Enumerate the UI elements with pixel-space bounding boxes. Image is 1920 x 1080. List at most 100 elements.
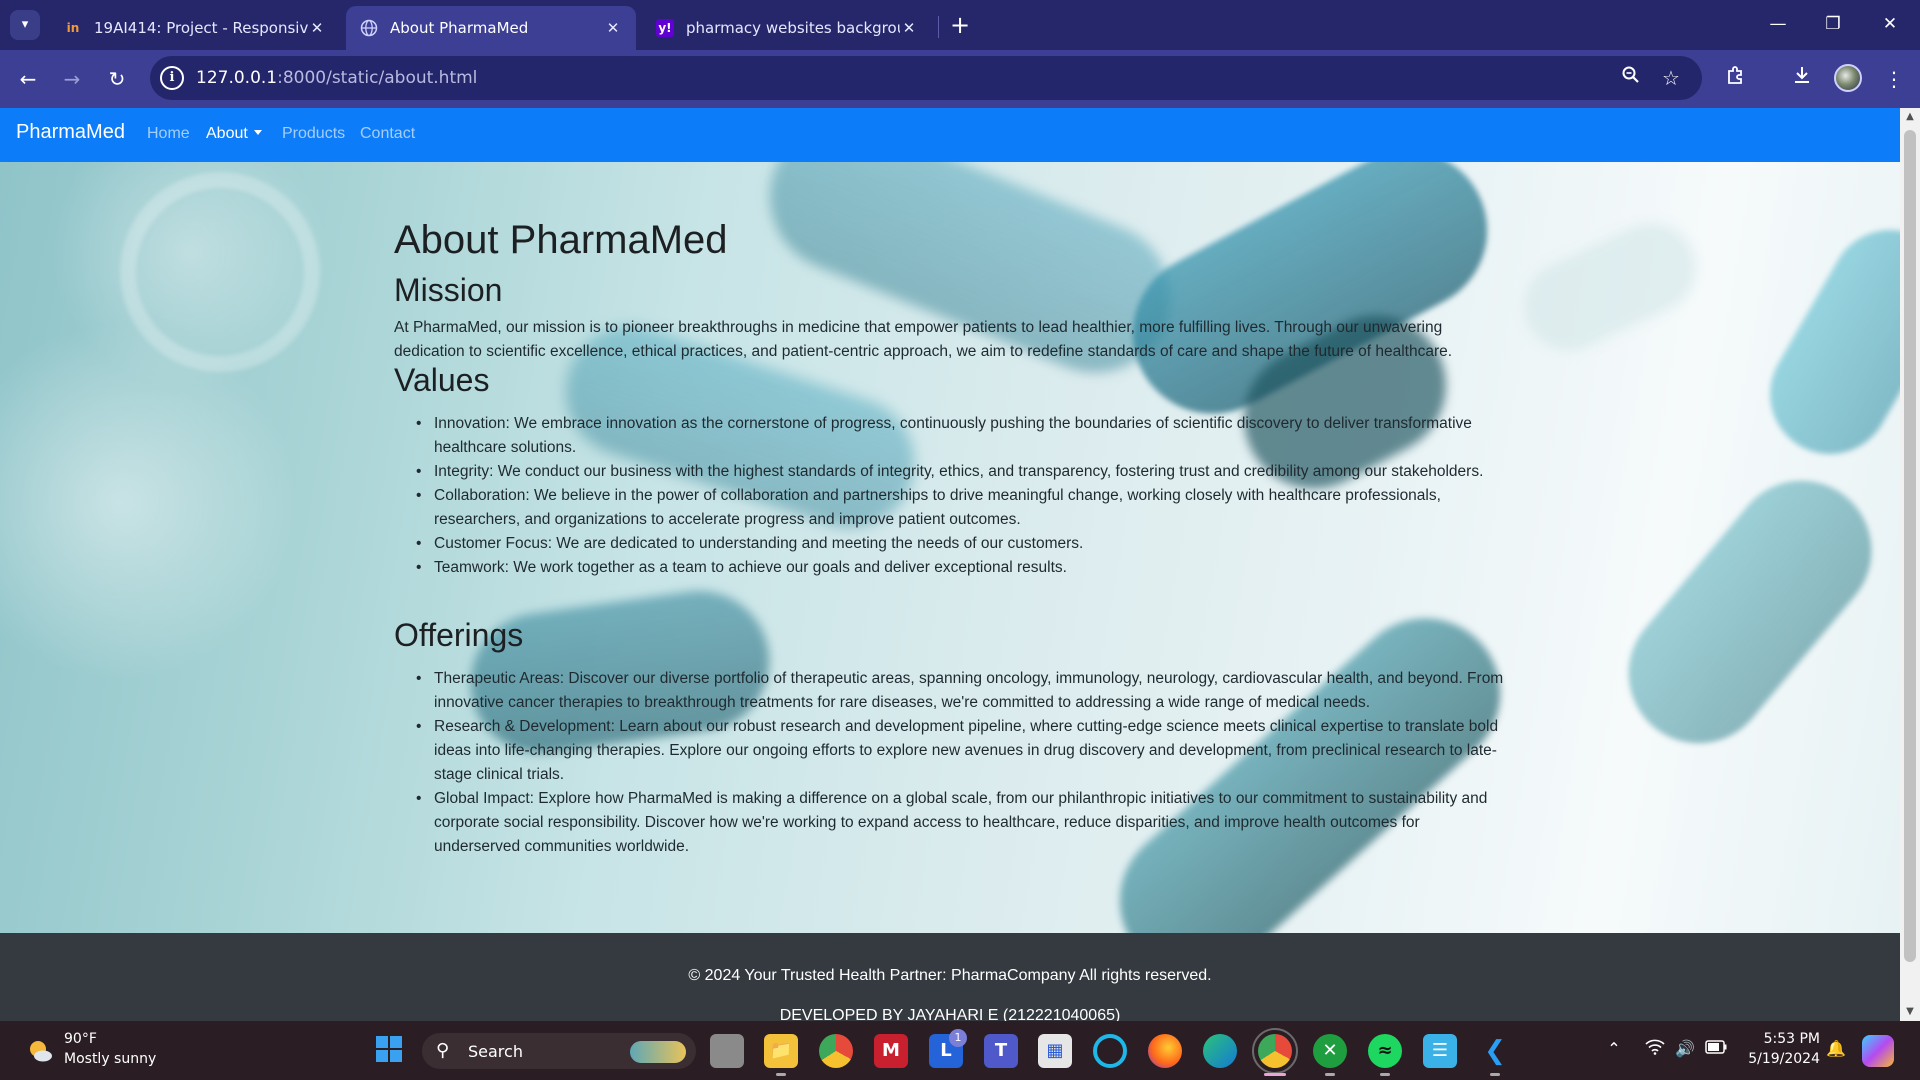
browser-tab-strip: ▾ in 19AI414: Project - Responsive W ✕ A…: [0, 0, 1920, 50]
windows-start-icon[interactable]: [372, 1034, 406, 1068]
mailchimp-in-icon: in: [66, 21, 80, 35]
restore-icon[interactable]: ❐: [1813, 8, 1853, 40]
spotify-icon[interactable]: ≈: [1368, 1034, 1402, 1068]
tab-about-pharmamed[interactable]: About PharmaMed ✕: [346, 6, 636, 50]
page-viewport: PharmaMed Home About Products Contact Ab…: [0, 108, 1900, 1021]
yahoo-icon: y!: [656, 19, 674, 37]
back-icon[interactable]: ←: [12, 63, 44, 95]
close-icon[interactable]: ✕: [604, 19, 622, 37]
clock-date[interactable]: 5/19/2024: [1744, 1051, 1820, 1067]
extensions-icon[interactable]: [1720, 63, 1752, 95]
values-list: Innovation: We embrace innovation as the…: [416, 412, 1506, 580]
list-item: Collaboration: We believe in the power o…: [416, 484, 1506, 532]
chevron-up-icon[interactable]: ⌃: [1604, 1039, 1624, 1058]
nav-home-link[interactable]: Home: [147, 125, 190, 143]
weather-temperature[interactable]: 90°F: [64, 1031, 97, 1047]
chrome-icon[interactable]: [819, 1034, 853, 1068]
list-item: Global Impact: Explore how PharmaMed is …: [416, 787, 1506, 859]
weather-description[interactable]: Mostly sunny: [64, 1051, 156, 1067]
page-title: About PharmaMed: [394, 218, 728, 262]
search-highlight-image: [630, 1041, 686, 1063]
xbox-icon[interactable]: ✕: [1313, 1034, 1347, 1068]
nav-contact-link[interactable]: Contact: [360, 125, 415, 143]
menu-kebab-icon[interactable]: ⋮: [1878, 63, 1910, 95]
footer-copyright: © 2024 Your Trusted Health Partner: Phar…: [688, 967, 1212, 984]
globe-icon: [360, 19, 378, 37]
reload-icon[interactable]: ↻: [101, 63, 133, 95]
chrome-active-icon[interactable]: [1252, 1028, 1298, 1074]
notification-bell-icon[interactable]: 🔔: [1826, 1039, 1846, 1058]
scroll-up-arrow-icon[interactable]: ▲: [1900, 108, 1920, 126]
running-indicator: [1490, 1073, 1500, 1076]
tab-yahoo-search[interactable]: y! pharmacy websites background ✕: [642, 6, 932, 50]
tab-title: 19AI414: Project - Responsive W: [94, 19, 308, 37]
notification-badge: 1: [949, 1029, 967, 1047]
site-info-icon[interactable]: i: [160, 66, 184, 90]
edge-icon[interactable]: [1203, 1034, 1237, 1068]
list-item: Therapeutic Areas: Discover our diverse …: [416, 667, 1506, 715]
volume-icon[interactable]: 🔊: [1674, 1039, 1696, 1058]
partly-sunny-icon[interactable]: [26, 1037, 54, 1065]
bookmark-star-icon[interactable]: ☆: [1658, 65, 1684, 91]
battery-icon[interactable]: [1704, 1039, 1728, 1058]
values-heading: Values: [394, 362, 490, 398]
page-scrollbar[interactable]: ▲ ▼: [1900, 108, 1920, 1021]
list-item: Research & Development: Learn about our …: [416, 715, 1506, 787]
offerings-heading: Offerings: [394, 617, 524, 653]
copilot-icon[interactable]: [1862, 1035, 1894, 1067]
notepad-icon[interactable]: ☰: [1423, 1034, 1457, 1068]
tab-title: pharmacy websites background: [686, 19, 900, 37]
tab-project[interactable]: in 19AI414: Project - Responsive W ✕: [50, 6, 340, 50]
list-item: Integrity: We conduct our business with …: [416, 460, 1506, 484]
microsoft-store-icon[interactable]: ▦: [1038, 1034, 1072, 1068]
firefox-icon[interactable]: [1148, 1034, 1182, 1068]
teams-icon[interactable]: T: [984, 1034, 1018, 1068]
cortana-icon[interactable]: [1093, 1034, 1127, 1068]
site-navbar: PharmaMed Home About Products Contact: [0, 108, 1900, 162]
address-bar[interactable]: i 127.0.0.1:8000/static/about.html ☆: [150, 56, 1702, 100]
close-window-icon[interactable]: ✕: [1870, 8, 1910, 40]
offerings-list: Therapeutic Areas: Discover our diverse …: [416, 667, 1506, 859]
running-indicator: [1380, 1073, 1390, 1076]
url-text[interactable]: 127.0.0.1:8000/static/about.html: [196, 68, 477, 88]
file-explorer-icon[interactable]: 📁: [764, 1034, 798, 1068]
profile-avatar[interactable]: [1834, 64, 1862, 92]
close-icon[interactable]: ✕: [308, 19, 326, 37]
site-brand[interactable]: PharmaMed: [16, 121, 125, 144]
caret-down-icon: [253, 130, 262, 135]
browser-toolbar: ← → ↻ i 127.0.0.1:8000/static/about.html…: [0, 50, 1920, 108]
scroll-down-arrow-icon[interactable]: ▼: [1900, 1003, 1920, 1021]
forward-icon[interactable]: →: [56, 63, 88, 95]
footer-developer: DEVELOPED BY JAYAHARI E (212221040065): [779, 1007, 1121, 1021]
mcafee-icon[interactable]: M: [874, 1034, 908, 1068]
tab-title: About PharmaMed: [390, 19, 529, 37]
nav-about-dropdown[interactable]: About: [206, 125, 262, 143]
running-indicator: [1325, 1073, 1335, 1076]
clock-time[interactable]: 5:53 PM: [1758, 1031, 1820, 1047]
zoom-icon[interactable]: [1618, 65, 1644, 91]
new-tab-button[interactable]: +: [946, 12, 974, 38]
mission-heading: Mission: [394, 272, 503, 308]
downloads-icon[interactable]: [1786, 63, 1818, 95]
wifi-icon[interactable]: [1644, 1039, 1666, 1059]
close-icon[interactable]: ✕: [900, 19, 918, 37]
running-indicator: [776, 1073, 786, 1076]
mission-text: At PharmaMed, our mission is to pioneer …: [394, 319, 1453, 360]
minimize-icon[interactable]: —: [1758, 8, 1798, 40]
tab-search-button[interactable]: ▾: [10, 10, 40, 40]
scrollbar-thumb[interactable]: [1904, 130, 1916, 962]
search-icon: ⚲: [436, 1040, 450, 1061]
site-footer: © 2024 Your Trusted Health Partner: Phar…: [0, 933, 1900, 1021]
tab-divider: [938, 16, 939, 38]
search-placeholder: Search: [468, 1042, 523, 1061]
nav-products-link[interactable]: Products: [282, 125, 345, 143]
taskbar-search-box[interactable]: ⚲ Search: [422, 1033, 696, 1069]
list-item: Innovation: We embrace innovation as the…: [416, 412, 1506, 460]
vscode-icon[interactable]: ❮: [1478, 1034, 1512, 1068]
list-item: Customer Focus: We are dedicated to unde…: [416, 532, 1506, 556]
about-section: About PharmaMed Mission At PharmaMed, ou…: [0, 162, 1900, 933]
active-indicator: [1264, 1073, 1286, 1076]
list-item: Teamwork: We work together as a team to …: [416, 556, 1506, 580]
windows-taskbar: 90°F Mostly sunny ⚲ Search 📁 M L 1 T ▦ ✕…: [0, 1021, 1920, 1080]
task-view-icon[interactable]: [710, 1034, 744, 1068]
